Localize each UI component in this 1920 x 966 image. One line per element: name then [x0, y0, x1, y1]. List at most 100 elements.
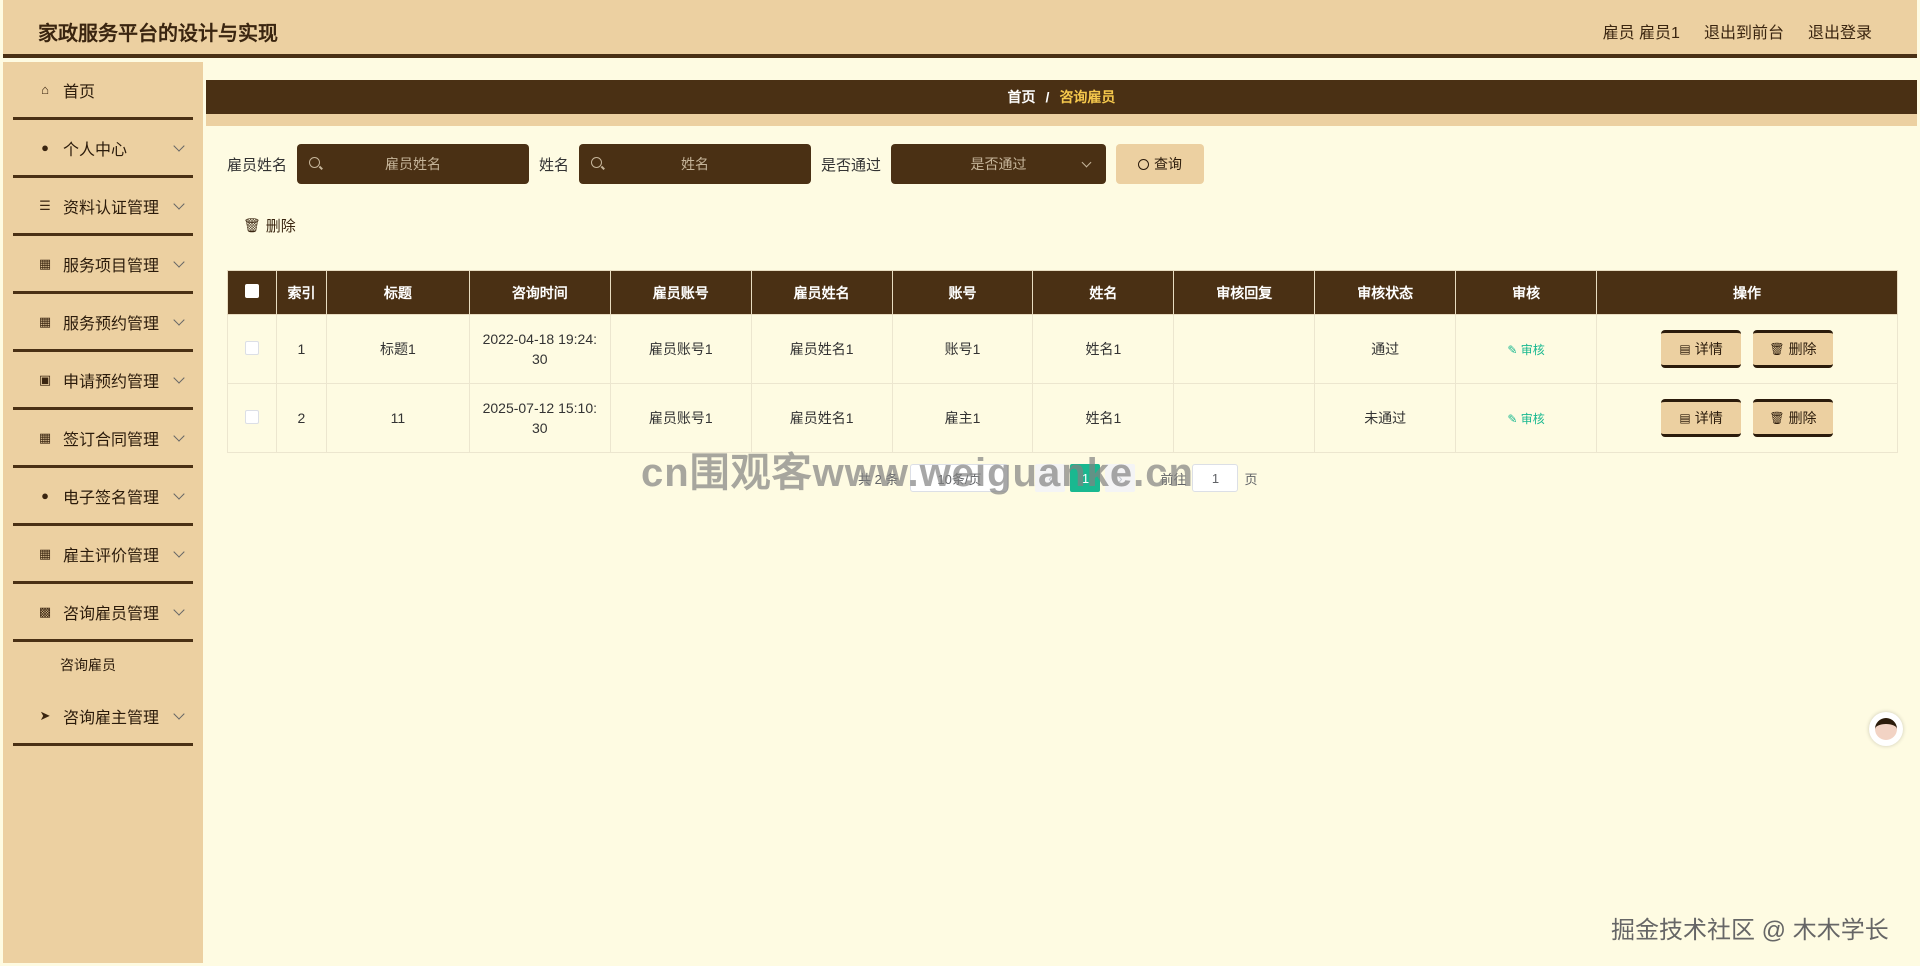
- col-account: 账号: [891, 270, 1034, 315]
- app-title: 家政服务平台的设计与实现: [38, 23, 278, 45]
- delete-button[interactable]: 🗑 删除: [1752, 330, 1833, 368]
- chat-icon: ▣: [38, 371, 52, 387]
- sidebar-item-label: 首页: [63, 83, 96, 101]
- sidebar-item-service-items[interactable]: ▦ 服务项目管理: [13, 236, 193, 294]
- cell-status: 未通过: [1314, 383, 1457, 453]
- employee-name-input[interactable]: 雇员姓名: [297, 144, 530, 184]
- search-icon: [1138, 158, 1150, 170]
- cell-audit: ✎ 审核: [1455, 383, 1598, 453]
- sidebar-item-certification[interactable]: ☰ 资料认证管理: [13, 178, 193, 236]
- name-input[interactable]: 姓名: [579, 144, 812, 184]
- employee-name-placeholder: 雇员姓名: [385, 156, 442, 172]
- pass-placeholder: 是否通过: [970, 156, 1027, 172]
- cell-title: 标题1: [325, 314, 470, 384]
- row-checkbox[interactable]: [244, 409, 259, 424]
- detail-button[interactable]: ▤ 详情: [1661, 330, 1742, 368]
- name-placeholder: 姓名: [681, 156, 710, 172]
- sidebar-item-consult-employee[interactable]: ▩ 咨询雇员管理: [13, 584, 193, 642]
- cell-actions: ▤ 详情 🗑 删除: [1596, 383, 1898, 453]
- edit-icon: ✎: [1507, 342, 1521, 357]
- name-label: 姓名: [539, 156, 570, 174]
- col-emp-name: 雇员姓名: [750, 270, 893, 315]
- sidebar-item-profile[interactable]: ● 个人中心: [13, 120, 193, 178]
- select-all-cell: [227, 270, 277, 315]
- sidebar-item-label: 资料认证管理: [63, 199, 160, 217]
- chevron-down-icon: [1081, 157, 1092, 168]
- sidebar-item-label: 申请预约管理: [63, 373, 160, 391]
- sidebar: ⌂ 首页 ● 个人中心 ☰ 资料认证管理 ▦ 服务项目管理 ▦ 服务预约管理 ▣…: [3, 62, 203, 963]
- col-reply: 审核回复: [1173, 270, 1316, 315]
- breadcrumb-current: 咨询雇员: [1059, 89, 1116, 105]
- cell-time-text: 2022-04-18 19:24:30: [482, 331, 598, 367]
- col-actions: 操作: [1596, 270, 1898, 315]
- cell-emp-account: 雇员账号1: [609, 314, 752, 384]
- cell-name: 姓名1: [1032, 314, 1175, 384]
- batch-delete-button[interactable]: 🗑 删除: [243, 215, 296, 236]
- sidebar-item-apply-booking[interactable]: ▣ 申请预约管理: [13, 352, 193, 410]
- col-name: 姓名: [1032, 270, 1175, 315]
- sidebar-item-label: 雇主评价管理: [63, 547, 160, 565]
- cell-reply: [1173, 383, 1316, 453]
- sidebar-item-home[interactable]: ⌂ 首页: [13, 62, 193, 120]
- delete-button[interactable]: 🗑 删除: [1752, 399, 1833, 437]
- chevron-down-icon: [173, 488, 185, 500]
- grid-icon: ▦: [38, 313, 52, 329]
- header-actions: 雇员 雇员1 退出到前台 退出登录: [1603, 19, 1872, 43]
- document-icon: ▤: [1679, 342, 1691, 356]
- sidebar-item-service-booking[interactable]: ▦ 服务预约管理: [13, 294, 193, 352]
- cell-account: 账号1: [891, 314, 1034, 384]
- detail-button[interactable]: ▤ 详情: [1661, 399, 1742, 437]
- row-select-cell: [227, 314, 277, 384]
- logout-link[interactable]: 退出登录: [1808, 19, 1872, 43]
- send-icon: ➤: [39, 707, 51, 723]
- assistant-avatar[interactable]: [1869, 712, 1903, 746]
- sidebar-item-consult-employer[interactable]: ➤ 咨询雇主管理: [13, 688, 193, 746]
- col-audit: 审核: [1455, 270, 1598, 315]
- row-checkbox[interactable]: [244, 340, 259, 355]
- col-time: 咨询时间: [468, 270, 611, 315]
- edit-icon: ✎: [1507, 411, 1521, 426]
- monitor-icon: ▩: [38, 603, 52, 619]
- pass-label: 是否通过: [821, 156, 882, 174]
- sidebar-item-label: 电子签名管理: [63, 489, 160, 507]
- employee-name-label: 雇员姓名: [227, 156, 288, 174]
- cell-status: 通过: [1314, 314, 1457, 384]
- audit-link[interactable]: ✎ 审核: [1507, 412, 1544, 426]
- corner-watermark: 掘金技术社区 @ 木木学长: [1611, 917, 1889, 944]
- chevron-down-icon: [173, 708, 185, 720]
- sidebar-item-label: 咨询雇主管理: [63, 709, 160, 727]
- chevron-down-icon: [173, 372, 185, 384]
- search-icon: [591, 157, 603, 168]
- sidebar-item-employer-review[interactable]: ▦ 雇主评价管理: [13, 526, 193, 584]
- audit-link-label: 审核: [1520, 411, 1545, 426]
- trash-icon: 🗑: [1769, 342, 1785, 356]
- sidebar-item-label: 个人中心: [63, 141, 128, 159]
- list-icon: ☰: [39, 197, 51, 213]
- sidebar-item-contract[interactable]: ▦ 签订合同管理: [13, 410, 193, 468]
- goto-page-input[interactable]: 1: [1192, 464, 1239, 492]
- breadcrumb-home[interactable]: 首页: [1008, 87, 1036, 107]
- trash-icon: 🗑: [1769, 411, 1785, 425]
- center-watermark: cn围观客www.weiguanke.cn: [641, 451, 1194, 495]
- home-icon: ⌂: [41, 82, 49, 97]
- back-to-front-link[interactable]: 退出到前台: [1704, 19, 1784, 43]
- delete-button-label: 删除: [1788, 341, 1817, 357]
- user-icon: ●: [41, 140, 49, 155]
- pass-select[interactable]: 是否通过: [891, 144, 1107, 184]
- audit-link[interactable]: ✎ 审核: [1507, 343, 1544, 357]
- sidebar-item-e-signature[interactable]: ● 电子签名管理: [13, 468, 193, 526]
- table-row: 1 标题1 2022-04-18 19:24:30 雇员账号1 雇员姓名1 账号…: [227, 314, 1898, 384]
- detail-button-label: 详情: [1694, 410, 1723, 426]
- query-button-label: 查询: [1154, 156, 1183, 172]
- cell-time-text: 2025-07-12 15:10:30: [482, 400, 598, 436]
- query-button[interactable]: 查询: [1116, 144, 1205, 184]
- submenu-consult-employee[interactable]: 咨询雇员: [13, 642, 193, 688]
- cell-index: 2: [275, 383, 327, 453]
- breadcrumb-underline: [206, 114, 1917, 126]
- breadcrumb-separator: /: [1045, 89, 1050, 105]
- col-emp-account: 雇员账号: [609, 270, 752, 315]
- chevron-down-icon: [173, 198, 185, 210]
- select-all-checkbox[interactable]: [244, 284, 259, 298]
- grid-icon: ▦: [38, 429, 52, 445]
- search-icon: [309, 157, 321, 168]
